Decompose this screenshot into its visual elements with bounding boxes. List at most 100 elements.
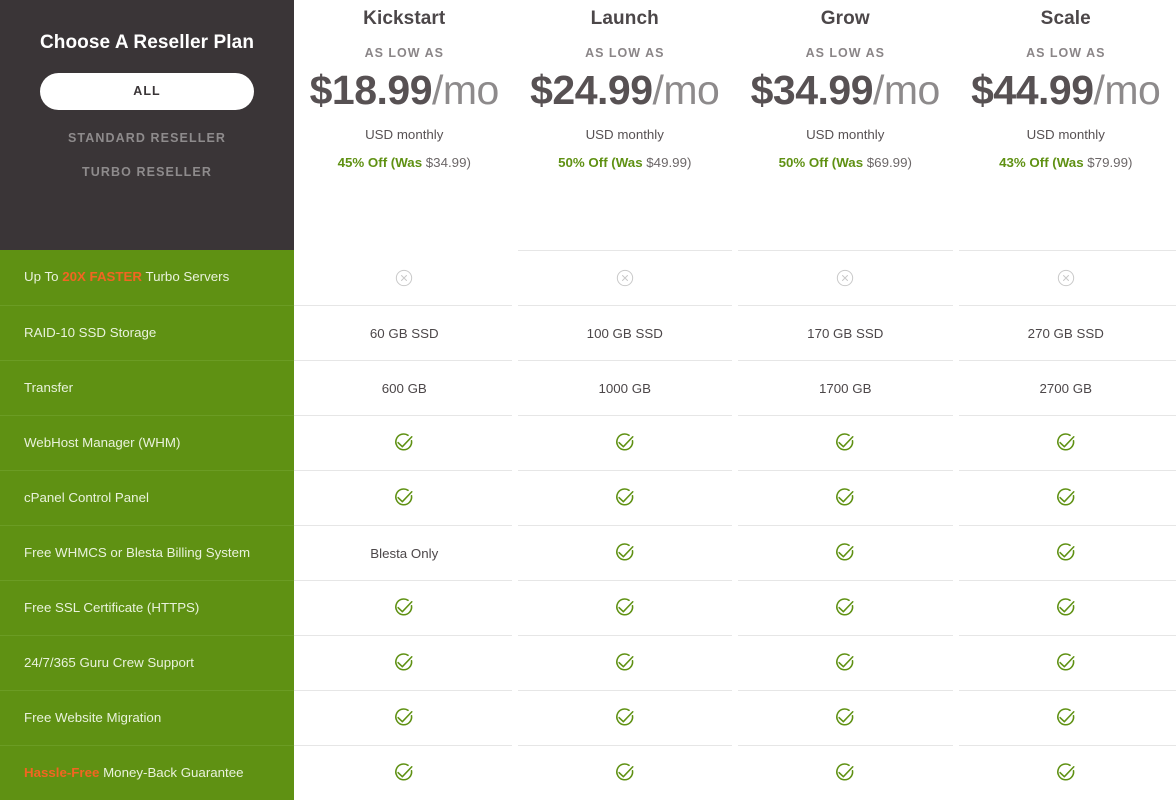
- feature-value-text: 100 GB SSD: [586, 325, 663, 341]
- feature-value-cell: 270 GB SSD: [955, 305, 1176, 360]
- feature-label-text: Transfer: [24, 379, 74, 395]
- feature-row: cPanel Control Panel: [0, 470, 294, 525]
- plan-filter-turbo-reseller[interactable]: TURBO RESELLER: [40, 166, 254, 179]
- feature-label-text: Free WHMCS or Blesta Billing System: [24, 544, 251, 560]
- plan-discount-original-price: $49.99): [642, 155, 692, 170]
- feature-value-cell: 170 GB SSD: [735, 305, 956, 360]
- plan-currency-note: USD monthly: [806, 127, 885, 142]
- plan-currency-note: USD monthly: [1026, 127, 1105, 142]
- feature-value-cell: check: [514, 635, 735, 690]
- plan-discount: 43% Off (Was $79.99): [999, 155, 1132, 170]
- check-circle-icon: [393, 487, 415, 509]
- plan-filter-label: TURBO RESELLER: [82, 165, 212, 180]
- feature-label-text: Free SSL Certificate (HTTPS): [24, 599, 200, 615]
- feature-row: Free SSL Certificate (HTTPS): [0, 580, 294, 635]
- plan-as-low-as-label: AS LOW AS: [805, 46, 885, 60]
- plan-header: Scale AS LOW AS $44.99/mo USD monthly 43% Of…: [955, 0, 1176, 250]
- feature-label: cPanel Control Panel: [24, 490, 149, 507]
- cross-circle-icon: [394, 268, 414, 288]
- plan-filter-group: ALL STANDARD RESELLER TURBO RESELLER: [40, 72, 254, 179]
- feature-row: Free Website Migration: [0, 690, 294, 745]
- feature-value-cell: check: [514, 690, 735, 745]
- column-divider: [732, 250, 738, 806]
- feature-value-cell: 100 GB SSD: [514, 305, 735, 360]
- check-circle-icon: [1055, 762, 1077, 784]
- feature-value-text: 1700 GB: [819, 380, 872, 396]
- plan-cells: cross270 GB SSD2700 GBcheckcheckcheckche…: [952, 250, 1176, 806]
- check-circle-icon: [1055, 707, 1077, 729]
- plan-discount: 50% Off (Was $49.99): [558, 155, 691, 170]
- plan-chooser-title: Choose A Reseller Plan: [39, 32, 255, 53]
- feature-value-cell: check: [294, 470, 515, 525]
- feature-value-cell: check: [514, 525, 735, 580]
- check-circle-icon: [614, 652, 636, 674]
- plan-as-low-as-label: AS LOW AS: [585, 46, 665, 60]
- plan-filter-standard-reseller[interactable]: STANDARD RESELLER: [40, 132, 254, 145]
- feature-value-cell: 60 GB SSD: [294, 305, 515, 360]
- plan-discount-percent: 45% Off (Was: [337, 155, 423, 170]
- plan-column-scale: Scale AS LOW AS $44.99/mo USD monthly 43% Of…: [952, 0, 1176, 806]
- plan-name: Kickstart: [363, 8, 446, 29]
- feature-value-cell: check: [735, 470, 956, 525]
- feature-label-text: Up To: [24, 269, 63, 285]
- feature-label-text: RAID-10 SSD Storage: [24, 324, 157, 340]
- feature-value-cell: check: [735, 635, 956, 690]
- check-circle-icon: [393, 432, 415, 454]
- plan-cells: cross60 GB SSD600 GBcheckcheckBlesta Onl…: [294, 250, 515, 806]
- plan-discount-original-price: $79.99): [1083, 155, 1133, 170]
- check-circle-icon: [834, 707, 856, 729]
- feature-value-text: 170 GB SSD: [807, 325, 884, 341]
- plan-chooser-panel: Choose A Reseller Plan ALL STANDARD RESEL…: [0, 0, 294, 250]
- plan-as-low-as-label: AS LOW AS: [1026, 46, 1106, 60]
- plan-name: Scale: [1040, 8, 1091, 29]
- feature-value-cell: check: [294, 690, 515, 745]
- check-circle-icon: [834, 652, 856, 674]
- plan-column-launch: Launch AS LOW AS $24.99/mo USD monthly 50% O…: [511, 0, 735, 806]
- feature-value-cell: 1700 GB: [735, 360, 956, 415]
- plan-price: $18.99/mo: [309, 67, 500, 113]
- feature-value-cell: cross: [514, 250, 735, 305]
- feature-label-text: Turbo Servers: [142, 269, 230, 285]
- plan-discount-percent: 43% Off (Was: [999, 155, 1084, 170]
- feature-row: Free WHMCS or Blesta Billing System: [0, 525, 294, 580]
- feature-label: Free WHMCS or Blesta Billing System: [24, 545, 250, 562]
- feature-value-cell: check: [735, 580, 956, 635]
- feature-label: RAID-10 SSD Storage: [24, 325, 156, 342]
- feature-label: Transfer: [24, 380, 73, 397]
- feature-value-cell: cross: [955, 250, 1176, 305]
- feature-list: Up To 20X FASTER Turbo Servers RAID-10 SS…: [0, 250, 294, 800]
- feature-value-cell: cross: [294, 250, 515, 305]
- feature-row: Hassle-Free Money-Back Guarantee: [0, 745, 294, 800]
- feature-value-cell: check: [294, 415, 515, 470]
- cross-circle-icon: [835, 268, 855, 288]
- feature-value-cell: check: [955, 635, 1176, 690]
- feature-value-cell: check: [514, 470, 735, 525]
- feature-row: RAID-10 SSD Storage: [0, 305, 294, 360]
- plan-cells: cross100 GB SSD1000 GBcheckcheckcheckche…: [511, 250, 735, 806]
- reseller-pricing-table: Choose A Reseller Plan ALL STANDARD RESEL…: [0, 0, 1176, 806]
- plan-price: $34.99/mo: [750, 67, 941, 113]
- plan-filter-label: ALL: [133, 84, 161, 99]
- plan-discount: 50% Off (Was $69.99): [779, 155, 912, 170]
- check-circle-icon: [614, 707, 636, 729]
- plan-price-amount: $18.99: [309, 67, 433, 113]
- plan-discount-percent: 50% Off (Was: [778, 155, 864, 170]
- check-circle-icon: [393, 762, 415, 784]
- feature-label: WebHost Manager (WHM): [24, 435, 180, 452]
- feature-value-cell: 2700 GB: [955, 360, 1176, 415]
- plan-currency-note: USD monthly: [365, 127, 444, 142]
- feature-label-text: WebHost Manager (WHM): [24, 434, 181, 450]
- feature-value-cell: check: [294, 635, 515, 690]
- feature-row: Transfer: [0, 360, 294, 415]
- feature-column: Choose A Reseller Plan ALL STANDARD RESEL…: [0, 0, 294, 800]
- check-circle-icon: [614, 762, 636, 784]
- check-circle-icon: [834, 542, 856, 564]
- feature-label-text: Free Website Migration: [24, 709, 162, 725]
- feature-label: Hassle-Free Money-Back Guarantee: [24, 765, 244, 782]
- plan-price-amount: $34.99: [750, 67, 874, 113]
- column-divider: [952, 250, 959, 806]
- feature-value-cell: check: [955, 580, 1176, 635]
- plan-filter-all[interactable]: ALL: [40, 72, 254, 110]
- plan-price: $24.99/mo: [530, 70, 720, 111]
- plan-currency-note: USD monthly: [585, 127, 664, 142]
